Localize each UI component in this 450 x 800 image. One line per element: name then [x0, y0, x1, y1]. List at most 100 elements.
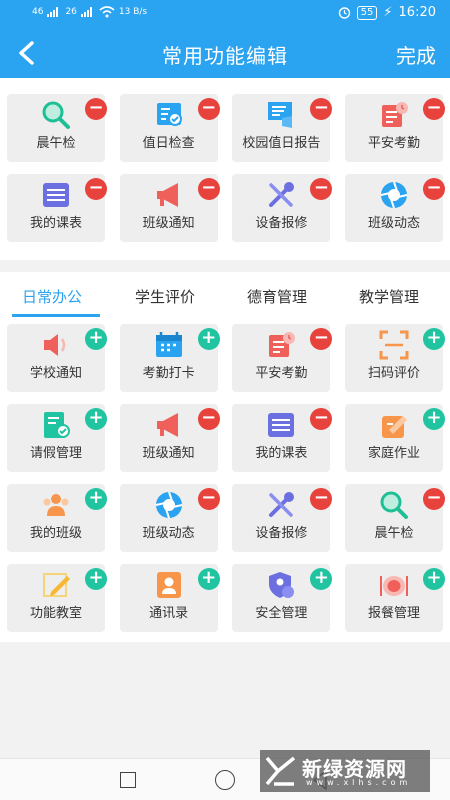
people-icon — [41, 490, 71, 520]
add-button[interactable]: + — [197, 568, 220, 590]
home-button[interactable] — [215, 770, 235, 790]
watermark-url: www.xlhs.com — [306, 778, 412, 787]
schedule-icon — [41, 180, 71, 210]
contacts-icon — [154, 570, 184, 600]
function-label: 功能教室 — [29, 606, 82, 621]
tools-icon — [266, 490, 296, 520]
remove-button[interactable]: − — [310, 98, 333, 120]
tab-moral-management[interactable]: 德育管理 — [247, 286, 307, 307]
function-card[interactable]: 晨午检 − — [345, 484, 446, 552]
remove-button[interactable]: − — [85, 98, 107, 120]
function-card[interactable]: 我的课表 − — [232, 404, 333, 472]
function-card[interactable]: 校园值日报告 − — [232, 94, 333, 162]
function-card[interactable]: 班级动态 − — [119, 484, 220, 552]
done-button[interactable]: 完成 — [396, 40, 436, 69]
magnifier-icon — [379, 490, 409, 520]
status-bar: 46 26 13 B/s 55 ⚡ 16:20 — [0, 0, 450, 28]
tab-daily-office[interactable]: 日常办公 — [22, 286, 82, 307]
pencil-icon — [41, 570, 71, 600]
aperture-icon — [379, 180, 409, 210]
function-label: 通讯录 — [149, 606, 189, 621]
attendance-icon — [266, 330, 296, 360]
leave-icon — [41, 410, 71, 440]
status-right: 55 ⚡ 16:20 — [338, 5, 436, 20]
add-button[interactable]: + — [197, 328, 220, 350]
function-label: 报餐管理 — [368, 606, 421, 621]
remove-button[interactable]: − — [197, 98, 220, 120]
add-button[interactable]: + — [85, 488, 107, 510]
remove-button[interactable]: − — [423, 98, 446, 120]
remove-button[interactable]: − — [197, 178, 220, 200]
function-card[interactable]: 考勤打卡 + — [119, 324, 220, 392]
battery-indicator: 55 — [356, 5, 378, 20]
function-card[interactable]: 平安考勤 − — [345, 94, 446, 162]
common-functions-grid: 晨午检 − 值日检查 − 校园值日报告 − 平安考勤 − 我的课表 − 班级通知 − 设备报修 − 班级动态… — [7, 94, 446, 242]
remove-button[interactable]: − — [197, 488, 220, 510]
function-card[interactable]: 设备报修 − — [232, 174, 333, 242]
function-card[interactable]: 功能教室 + — [7, 564, 107, 632]
remove-button[interactable]: − — [423, 488, 446, 510]
signal-icon — [47, 7, 59, 17]
function-label: 班级动态 — [368, 216, 421, 231]
daily-office-grid: 学校通知 + 考勤打卡 + 平安考勤 − 扫码评价 + 请假管理 + 班级通知 − 我的课表 − 家庭作业 +… — [7, 324, 446, 632]
wifi-icon — [99, 6, 115, 18]
network-speed: 13 B/s — [118, 7, 148, 17]
dish-icon — [379, 570, 409, 600]
watermark: 新绿资源网 www.xlhs.com — [260, 750, 430, 792]
function-card[interactable]: 班级通知 − — [119, 174, 220, 242]
function-label: 考勤打卡 — [142, 366, 195, 381]
function-label: 平安考勤 — [368, 136, 421, 151]
add-button[interactable]: + — [85, 408, 107, 430]
function-card[interactable]: 值日检查 − — [119, 94, 220, 162]
function-card[interactable]: 平安考勤 − — [232, 324, 333, 392]
function-card[interactable]: 安全管理 + — [232, 564, 333, 632]
scan-icon — [379, 330, 409, 360]
function-card[interactable]: 通讯录 + — [119, 564, 220, 632]
megaphone-icon — [154, 180, 184, 210]
signal2-icon — [80, 7, 92, 17]
function-label: 安全管理 — [255, 606, 308, 621]
function-card[interactable]: 扫码评价 + — [345, 324, 446, 392]
function-label: 班级通知 — [142, 216, 195, 231]
all-functions-panel: 日常办公 学生评价 德育管理 教学管理 学校通知 + 考勤打卡 + 平安考勤 − 扫码评价 +… — [0, 272, 450, 642]
function-card[interactable]: 设备报修 − — [232, 484, 333, 552]
recent-apps-button[interactable] — [120, 772, 136, 788]
function-card[interactable]: 报餐管理 + — [345, 564, 446, 632]
aperture-icon — [154, 490, 184, 520]
function-card[interactable]: 家庭作业 + — [345, 404, 446, 472]
remove-button[interactable]: − — [310, 178, 333, 200]
remove-button[interactable]: − — [197, 408, 220, 430]
tab-student-evaluation[interactable]: 学生评价 — [135, 286, 195, 307]
signal-group: 46 26 13 B/s — [32, 6, 147, 18]
add-button[interactable]: + — [423, 408, 446, 430]
checklist-icon — [154, 100, 184, 130]
schedule-icon — [266, 410, 296, 440]
watermark-logo-icon — [265, 756, 296, 786]
remove-button[interactable]: − — [310, 408, 333, 430]
remove-button[interactable]: − — [85, 178, 107, 200]
function-card[interactable]: 学校通知 + — [7, 324, 107, 392]
attendance-icon — [379, 100, 409, 130]
function-card[interactable]: 我的课表 − — [7, 174, 107, 242]
function-label: 平安考勤 — [255, 366, 308, 381]
remove-button[interactable]: − — [310, 328, 333, 350]
common-functions-panel: 晨午检 − 值日检查 − 校园值日报告 − 平安考勤 − 我的课表 − 班级通知 − 设备报修 − 班级动态… — [0, 78, 450, 260]
app-header: 常用功能编辑 完成 — [0, 28, 450, 78]
megaphone-icon — [154, 410, 184, 440]
alarm-icon — [338, 7, 350, 19]
add-button[interactable]: + — [310, 568, 333, 590]
add-button[interactable]: + — [423, 328, 446, 350]
function-card[interactable]: 晨午检 − — [7, 94, 107, 162]
remove-button[interactable]: − — [310, 488, 333, 510]
function-card[interactable]: 班级动态 − — [345, 174, 446, 242]
function-card[interactable]: 请假管理 + — [7, 404, 107, 472]
function-label: 班级通知 — [142, 446, 195, 461]
add-button[interactable]: + — [85, 568, 107, 590]
add-button[interactable]: + — [423, 568, 446, 590]
function-card[interactable]: 班级通知 − — [119, 404, 220, 472]
remove-button[interactable]: − — [423, 178, 446, 200]
add-button[interactable]: + — [85, 328, 107, 350]
charging-icon: ⚡ — [383, 5, 393, 20]
function-card[interactable]: 我的班级 + — [7, 484, 107, 552]
tab-teaching-management[interactable]: 教学管理 — [359, 286, 419, 307]
